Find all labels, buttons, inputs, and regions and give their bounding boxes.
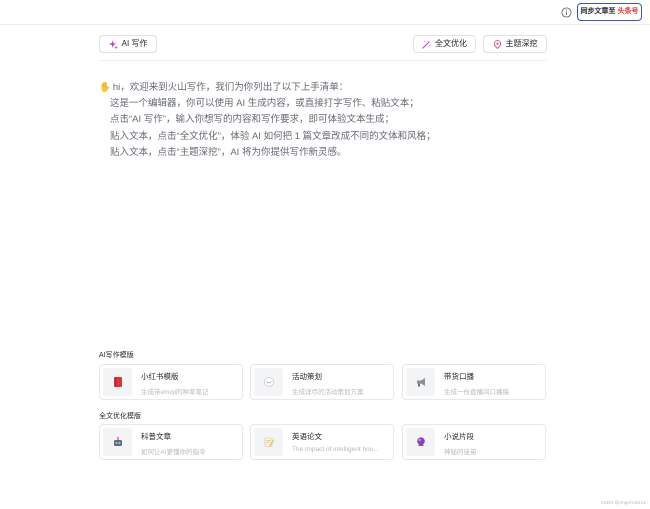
card-desc: The impact of intelligent hou... (292, 446, 379, 453)
editor-line-text: hi，欢迎来到火山写作，我们为你列出了以下上手清单： (112, 82, 349, 93)
sync-article-button[interactable]: 同步文章至 头条号 (577, 3, 642, 21)
crystal-ball-icon (416, 437, 425, 446)
template-card-event-planning[interactable]: 活动策划 生成详尽的活动策划方案 (250, 364, 394, 400)
red-book-icon (113, 377, 122, 387)
location-pin-icon (493, 39, 501, 49)
editor-toolbar: AI 写作 全文优化 主题深挖 (99, 35, 547, 53)
card-thumb (103, 368, 132, 396)
card-thumb (406, 428, 435, 456)
card-title: 带货口播 (444, 372, 474, 381)
editor-content[interactable]: ✋ hi，欢迎来到火山写作，我们为你列出了以下上手清单： 这是一个编辑器，你可以使… (99, 80, 547, 161)
robot-icon (113, 436, 122, 446)
card-title: 小说片段 (444, 432, 474, 441)
sync-label-target: 头条号 (617, 8, 639, 15)
sync-label-prefix: 同步文章至 (580, 8, 616, 15)
card-desc: 生成详尽的活动策划方案 (292, 389, 364, 396)
card-thumb (406, 368, 435, 396)
watermark-text: CSDN @AngelYu0101 (600, 500, 646, 505)
magic-wand-icon (422, 39, 431, 49)
editor-line: 贴入文本，点击“全文优化”，体验 AI 如何把 1 篇文章改成不同的文体和风格； (110, 130, 436, 142)
editor-line: 点击“AI 写作”，输入你想写的内容和写作要求，即可体验文本生成； (110, 114, 394, 126)
template-card-english-paper[interactable]: 英语论文 The impact of intelligent hou... (250, 424, 394, 460)
card-title: 活动策划 (292, 372, 322, 381)
card-thumb (254, 368, 283, 396)
optimize-templates-title: 全文优化模版 (99, 413, 141, 420)
optimize-full-text-button[interactable]: 全文优化 (413, 35, 476, 53)
top-bar: 同步文章至 头条号 (0, 0, 650, 25)
ai-write-label: AI 写作 (121, 39, 148, 48)
info-circle-icon[interactable] (561, 7, 572, 18)
card-title: 英语论文 (292, 432, 322, 441)
card-title: 科普文章 (141, 432, 171, 441)
card-thumb (254, 428, 283, 456)
editor-line: 贴入文本，点击“主题深挖”，AI 将为你提供写作新灵感。 (110, 146, 347, 158)
card-desc: 生成一份直播间口播稿 (444, 389, 509, 396)
memo-pencil-icon (264, 437, 274, 447)
editor-line: ✋ hi，欢迎来到火山写作，我们为你列出了以下上手清单： (99, 80, 547, 96)
clipboard-icon (263, 377, 274, 387)
template-card-popular-science[interactable]: 科普文章 如何让AI更懂你的指令 (99, 424, 243, 460)
ai-write-button[interactable]: AI 写作 (99, 35, 157, 53)
card-title: 小红书模版 (141, 372, 179, 381)
topic-label: 主题深挖 (505, 39, 538, 48)
waving-hand-icon: ✋ (99, 82, 111, 93)
toolbar-divider (99, 60, 547, 61)
card-thumb (103, 428, 132, 456)
optimize-label: 全文优化 (435, 39, 467, 48)
editor-line: 这是一个编辑器，你可以使用 AI 生成内容，或直接打字写作、粘贴文本； (110, 98, 419, 110)
topic-deep-dive-button[interactable]: 主题深挖 (483, 35, 547, 53)
card-desc: 生成带emoji的种草笔记 (141, 389, 209, 396)
card-desc: 神秘的徒弟 (444, 449, 477, 456)
template-card-livestream-script[interactable]: 带货口播 生成一份直播间口播稿 (402, 364, 546, 400)
ai-templates-title: AI写作模版 (99, 352, 134, 359)
template-card-xiaohongshu[interactable]: 小红书模版 生成带emoji的种草笔记 (99, 364, 243, 400)
card-desc: 如何让AI更懂你的指令 (141, 449, 206, 456)
template-card-novel-excerpt[interactable]: 小说片段 神秘的徒弟 (402, 424, 546, 460)
megaphone-icon (416, 378, 425, 387)
sparkle-icon (108, 39, 118, 49)
